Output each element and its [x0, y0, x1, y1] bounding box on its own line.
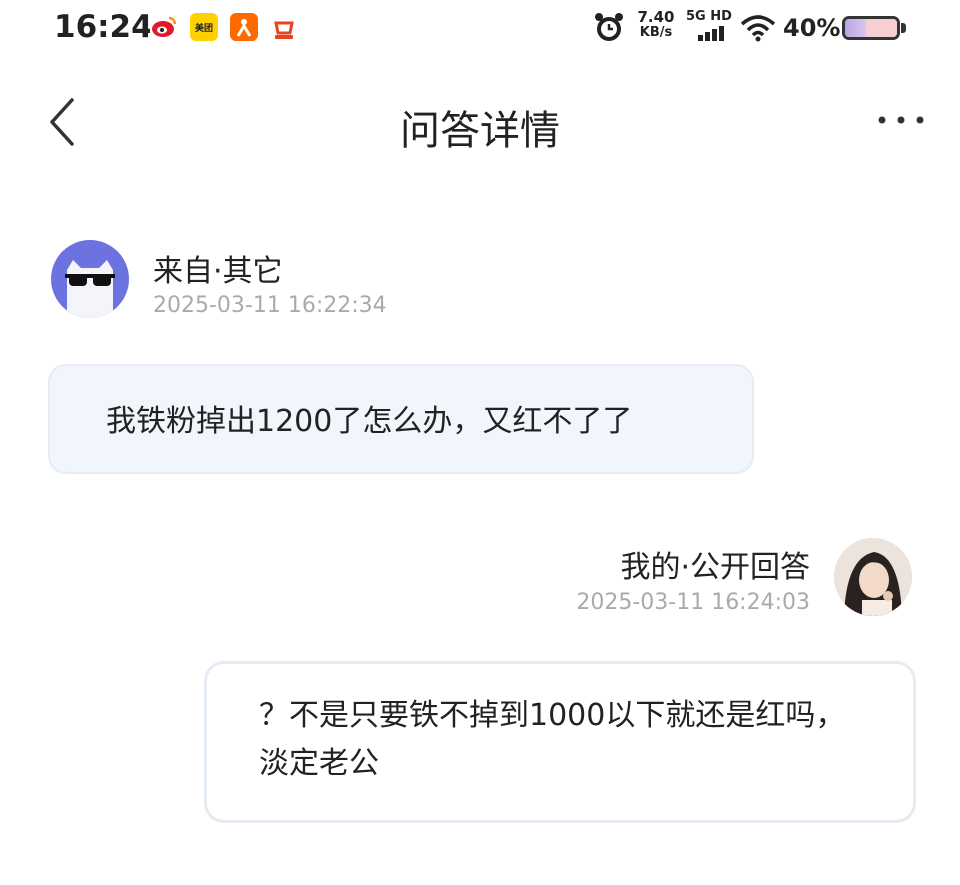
battery-icon — [842, 16, 900, 40]
battery-percent: 40% — [783, 14, 841, 42]
alarm-icon — [594, 10, 624, 48]
net-speed: 7.40 KB/s — [636, 9, 676, 41]
my-avatar[interactable] — [834, 538, 912, 616]
answer-label: 我的·公开回答 — [620, 550, 810, 585]
more-icon — [878, 116, 924, 124]
net-speed-value: 7.40 — [637, 8, 675, 26]
page-title: 问答详情 — [400, 108, 560, 154]
weibo-icon — [150, 13, 178, 41]
battery-fill — [845, 19, 866, 37]
question-timestamp: 2025-03-11 16:22:34 — [153, 293, 387, 318]
answer-timestamp: 2025-03-11 16:24:03 — [576, 590, 810, 615]
asker-avatar[interactable] — [51, 240, 129, 318]
question-text: 我铁粉掉出1200了怎么办，又红不了了 — [106, 404, 633, 439]
network-type-label: 5G HD — [686, 9, 732, 24]
battery-tip — [901, 23, 906, 33]
cat-sunglasses-icon — [65, 260, 115, 318]
taobao-icon — [230, 13, 258, 41]
battery-empty — [865, 19, 897, 37]
answer-text: ？不是只要铁不掉到1000以下就还是红吗，淡定老公 — [259, 698, 846, 781]
user-photo — [834, 538, 912, 616]
asker-name: 来自·其它 — [153, 254, 283, 289]
status-time: 16:24 — [54, 9, 153, 45]
wifi-icon — [740, 14, 776, 46]
signal-icon — [698, 26, 724, 41]
status-bar: 16:24 美团 7.40 KB/s 5G HD 40% — [0, 0, 960, 56]
net-speed-unit: KB/s — [639, 25, 673, 40]
network-type: 5G HD — [686, 9, 732, 41]
question-bubble: 我铁粉掉出1200了怎么办，又红不了了 — [48, 364, 754, 474]
more-button[interactable] — [872, 110, 932, 130]
meituan-icon: 美团 — [190, 13, 218, 41]
ele-icon — [270, 13, 298, 41]
answer-bubble: ？不是只要铁不掉到1000以下就还是红吗，淡定老公 — [204, 661, 916, 823]
